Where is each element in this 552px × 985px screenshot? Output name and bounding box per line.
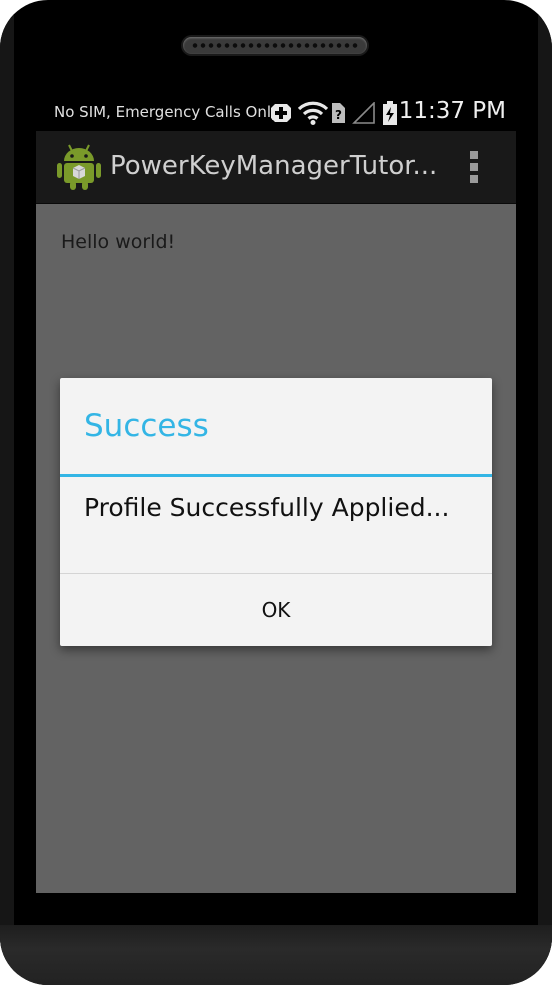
phone-edge-right (538, 0, 552, 985)
dialog-message: Profile Successfully Applied... (84, 493, 450, 522)
hello-world-text: Hello world! (61, 231, 176, 253)
phone-edge-left (0, 0, 14, 985)
no-sim-icon: ? (332, 103, 345, 123)
wifi-icon (298, 101, 328, 125)
svg-text:?: ? (335, 108, 342, 122)
overflow-menu-icon[interactable] (470, 151, 480, 183)
phone-frame: No SIM, Emergency Calls Only ? 11:37 PM … (0, 0, 552, 985)
usb-debug-icon (271, 104, 291, 122)
overflow-dot (470, 151, 478, 159)
battery-charging-icon (383, 101, 397, 125)
alert-dialog: Success Profile Successfully Applied... … (60, 378, 492, 646)
overflow-dot (470, 175, 478, 183)
ok-button[interactable]: OK (60, 574, 492, 646)
overflow-dot (470, 163, 478, 171)
status-bar: No SIM, Emergency Calls Only ? 11:37 PM (36, 95, 516, 131)
dialog-title: Success (84, 408, 209, 444)
device-screen: No SIM, Emergency Calls Only ? 11:37 PM … (36, 95, 516, 893)
action-bar: PowerKeyManagerTutor... (36, 131, 516, 204)
android-robot-icon[interactable] (56, 143, 102, 191)
signal-icon (352, 102, 375, 124)
app-title: PowerKeyManagerTutor... (110, 151, 438, 181)
status-clock: 11:37 PM (398, 98, 506, 124)
speaker-grille (191, 42, 359, 49)
earpiece-speaker (183, 37, 367, 54)
dialog-title-divider (60, 474, 492, 477)
phone-chin (0, 925, 552, 985)
carrier-status-text: No SIM, Emergency Calls Only (54, 103, 280, 121)
